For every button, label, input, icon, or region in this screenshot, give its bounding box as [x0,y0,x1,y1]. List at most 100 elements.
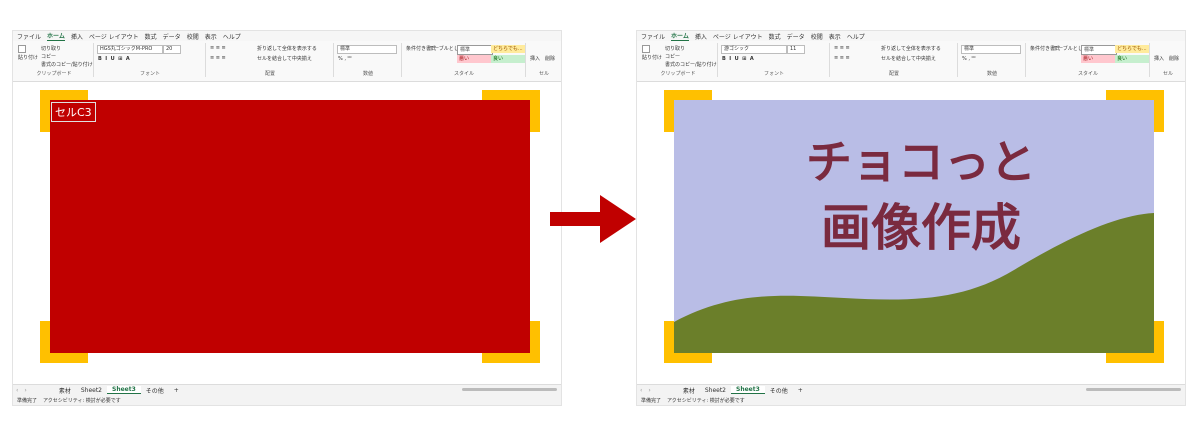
copy-button[interactable]: コピー [41,53,56,60]
styles-group-after: 条件付き書式 テーブルとして書式設定 標準 どちらでも... 悪い 良い スタイ… [1027,43,1150,77]
menu-help-after[interactable]: ヘルプ [847,32,865,41]
sheet-tab-1-after[interactable]: 素材 [678,386,700,395]
sheet-tab-4[interactable]: その他 [141,386,169,395]
insert-cells-button-after[interactable]: 挿入 [1154,55,1164,62]
style-bad[interactable]: 悪い [457,55,491,63]
style-bad-after[interactable]: 悪い [1081,55,1115,63]
menu-data[interactable]: データ [163,32,181,41]
tab-next-icon[interactable]: › [21,387,29,394]
number-group: 標準 % ‚ ⁰⁰ 数値 [335,43,402,77]
selection-handle-bottom-right-v[interactable] [530,321,540,363]
menu-view[interactable]: 表示 [205,32,217,41]
ribbon: 貼り付け 切り取り コピー 書式のコピー/貼り付け クリップボード HGS丸ゴシ… [13,41,561,82]
copy-button-after[interactable]: コピー [665,53,680,60]
menu-page-layout-after[interactable]: ページ レイアウト [713,32,763,41]
status-ready: 準備完了 [17,397,38,404]
font-name-select-after[interactable]: 游ゴシック [721,45,787,54]
horizontal-scrollbar-after[interactable] [1086,388,1181,391]
delete-cells-button-after[interactable]: 削除 [1169,55,1179,62]
menu-home-after[interactable]: ホーム [671,31,689,41]
selection-handle-bottom-right-v-after[interactable] [1154,321,1164,363]
paste-icon-after [642,45,650,53]
align-icons-2[interactable]: ≡ ≡ ≡ [210,55,226,61]
selection-handle-bottom-left-v[interactable] [40,321,50,363]
delete-cells-button[interactable]: 削除 [545,55,555,62]
font-group-after: 游ゴシック 11 B I U ⊞ A フォント [719,43,830,77]
status-accessibility[interactable]: アクセシビリティ: 検討が必要です [43,397,121,404]
menu-insert-after[interactable]: 挿入 [695,32,707,41]
style-neutral-after[interactable]: どちらでも... [1115,45,1149,53]
cut-button-after[interactable]: 切り取り [665,45,685,52]
worksheet-area-after[interactable]: チョコっと 画像作成 [637,82,1185,385]
clipboard-group: 貼り付け 切り取り コピー 書式のコピー/貼り付け クリップボード [15,43,94,77]
number-format-select-after[interactable]: 標準 [961,45,1021,54]
status-accessibility-after[interactable]: アクセシビリティ: 検討が必要です [667,397,745,404]
menu-page-layout[interactable]: ページ レイアウト [89,32,139,41]
insert-cells-button[interactable]: 挿入 [530,55,540,62]
selection-handle-bottom-right[interactable] [482,353,530,363]
worksheet-area[interactable]: セルC3 [13,82,561,385]
menu-view-after[interactable]: 表示 [829,32,841,41]
tab-prev-icon-after[interactable]: ‹ [637,387,645,394]
wrap-text-button-after[interactable]: 折り返して全体を表示する [881,45,941,52]
merge-center-button-after[interactable]: セルを結合して中央揃え [881,55,936,62]
font-size-select-after[interactable]: 11 [787,45,805,54]
cells-caption-after: セル [1162,71,1173,77]
menu-formulas[interactable]: 数式 [145,32,157,41]
number-format-icons[interactable]: % ‚ ⁰⁰ [338,56,352,62]
style-neutral[interactable]: どちらでも... [491,45,525,53]
selection-handle-top-right-v-after[interactable] [1154,90,1164,132]
menu-file-after[interactable]: ファイル [641,32,665,41]
selection-handle-top-left-v-after[interactable] [664,90,674,132]
align-icons[interactable]: ≡ ≡ ≡ [210,45,226,51]
sheet-tab-3-after[interactable]: Sheet3 [731,386,765,394]
menu-insert[interactable]: 挿入 [71,32,83,41]
generated-image[interactable]: チョコっと 画像作成 [674,100,1154,353]
paste-button[interactable]: 貼り付け [18,54,38,61]
selection-handle-top-right-after[interactable] [1106,90,1154,100]
format-painter-button[interactable]: 書式のコピー/貼り付け [41,61,93,68]
bold-button[interactable]: B I U ⊞ A [98,56,130,62]
style-good[interactable]: 良い [491,55,525,63]
selection-handle-bottom-right-after[interactable] [1106,353,1154,363]
cut-button[interactable]: 切り取り [41,45,61,52]
add-sheet-icon-after[interactable]: + [793,387,808,394]
sheet-tab-2[interactable]: Sheet2 [76,387,107,394]
number-format-select[interactable]: 標準 [337,45,397,54]
sheet-tab-4-after[interactable]: その他 [765,386,793,395]
align-icons-after[interactable]: ≡ ≡ ≡ [834,45,850,51]
menu-home[interactable]: ホーム [47,31,65,41]
number-format-icons-after[interactable]: % ‚ ⁰⁰ [962,56,976,62]
menu-file[interactable]: ファイル [17,32,41,41]
wrap-text-button[interactable]: 折り返して全体を表示する [257,45,317,52]
sheet-tab-3[interactable]: Sheet3 [107,386,141,394]
menu-formulas-after[interactable]: 数式 [769,32,781,41]
menu-data-after[interactable]: データ [787,32,805,41]
font-size-select[interactable]: 20 [163,45,181,54]
merge-center-button[interactable]: セルを結合して中央揃え [257,55,312,62]
selection-handle-top-right-v[interactable] [530,90,540,132]
selection-handle-top-right[interactable] [482,90,530,100]
tab-next-icon-after[interactable]: › [645,387,653,394]
paste-button-after[interactable]: 貼り付け [642,54,662,61]
style-normal[interactable]: 標準 [457,45,493,55]
add-sheet-icon[interactable]: + [169,387,184,394]
font-name-select[interactable]: HGS丸ゴシックM-PRO [97,45,163,54]
alignment-group: 折り返して全体を表示する セルを結合して中央揃え ≡ ≡ ≡ ≡ ≡ ≡ 配置 [207,43,334,77]
menu-review-after[interactable]: 校閲 [811,32,823,41]
sheet-tab-1[interactable]: 素材 [54,386,76,395]
tab-prev-icon[interactable]: ‹ [13,387,21,394]
horizontal-scrollbar[interactable] [462,388,557,391]
menu-review[interactable]: 校閲 [187,32,199,41]
format-painter-button-after[interactable]: 書式のコピー/貼り付け [665,61,717,68]
menu-help[interactable]: ヘルプ [223,32,241,41]
align-icons-2-after[interactable]: ≡ ≡ ≡ [834,55,850,61]
sheet-tab-2-after[interactable]: Sheet2 [700,387,731,394]
style-good-after[interactable]: 良い [1115,55,1149,63]
selection-handle-bottom-left-v-after[interactable] [664,321,674,363]
style-normal-after[interactable]: 標準 [1081,45,1117,55]
bold-button-after[interactable]: B I U ⊞ A [722,56,754,62]
selection-handle-top-left-v[interactable] [40,90,50,132]
red-fill-range[interactable] [50,100,530,353]
excel-window-before: ファイル ホーム 挿入 ページ レイアウト 数式 データ 校閲 表示 ヘルプ 貼… [12,30,562,406]
